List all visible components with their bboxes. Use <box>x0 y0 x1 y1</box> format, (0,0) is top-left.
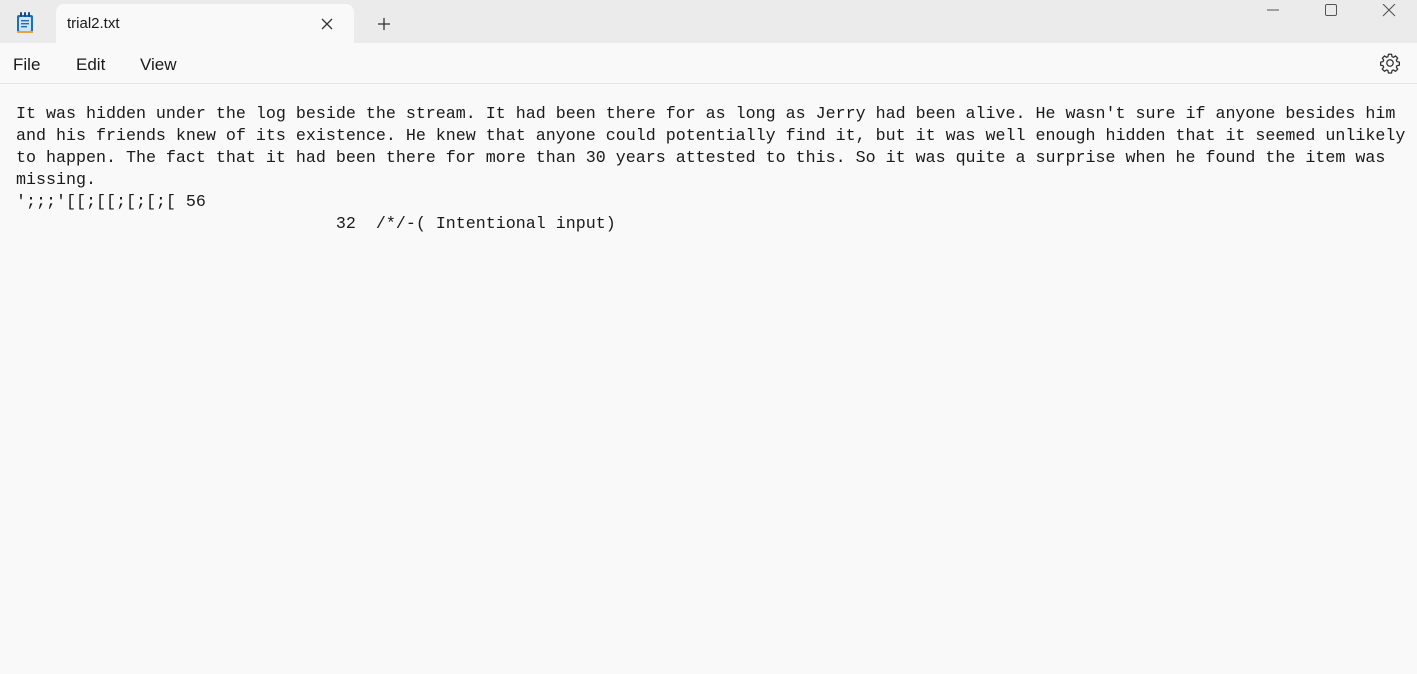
notepad-window: trial2.txt File Edit View It was hidden … <box>0 0 1417 674</box>
minimize-icon <box>1267 9 1279 11</box>
minimize-button[interactable] <box>1244 0 1302 24</box>
gear-icon <box>1380 53 1400 74</box>
settings-button[interactable] <box>1379 52 1401 74</box>
tab-close-icon[interactable] <box>318 15 336 33</box>
text-editor[interactable]: It was hidden under the log beside the s… <box>0 84 1417 674</box>
title-bar: trial2.txt <box>0 0 1417 43</box>
maximize-icon <box>1325 4 1337 16</box>
menu-edit[interactable]: Edit <box>76 55 105 75</box>
editor-content[interactable]: It was hidden under the log beside the s… <box>16 104 1411 236</box>
menu-bar: File Edit View <box>0 43 1417 84</box>
notepad-icon <box>16 12 34 34</box>
maximize-button[interactable] <box>1302 0 1360 24</box>
tab-title: trial2.txt <box>67 15 120 32</box>
new-tab-plus-icon[interactable] <box>375 15 393 33</box>
close-icon <box>1382 4 1396 17</box>
close-window-button[interactable] <box>1360 0 1417 24</box>
menu-view[interactable]: View <box>140 55 177 75</box>
tab-trial2[interactable]: trial2.txt <box>56 4 354 43</box>
menu-file[interactable]: File <box>13 55 40 75</box>
